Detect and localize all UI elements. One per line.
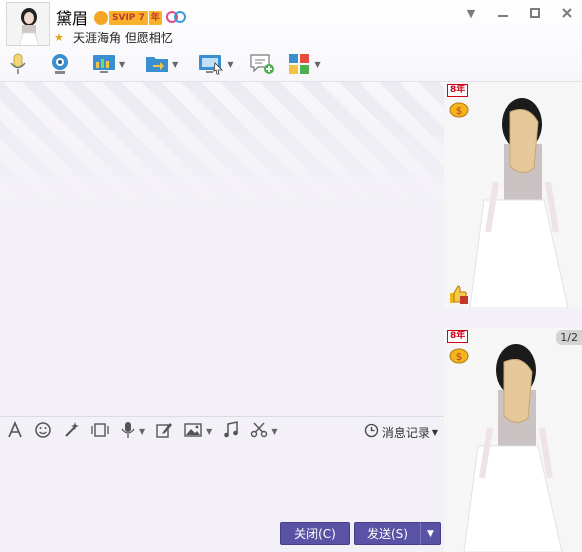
chat-header: 黛眉 SVIP 7 年 ★ 天涯海角 但愿相忆 ▼ ▼ ▼ ▼ ▼ xyxy=(0,0,582,82)
scissors-icon xyxy=(250,421,268,443)
contact-signature: 天涯海角 但愿相忆 xyxy=(73,31,173,45)
contact-show-image[interactable]: 8年 $ xyxy=(444,82,582,308)
message-history-label: 消息记录 xyxy=(381,425,430,440)
font-button[interactable] xyxy=(6,420,24,443)
edit-icon xyxy=(155,421,173,443)
magic-emoji-button[interactable] xyxy=(62,421,80,443)
svg-text:$: $ xyxy=(456,352,462,363)
svip-badge[interactable]: SVIP 7 年 xyxy=(94,10,162,25)
chevron-down-icon[interactable]: ▼ xyxy=(206,427,212,436)
chevron-down-icon: ▼ xyxy=(427,528,434,539)
voice-message-button[interactable]: ▼ xyxy=(120,421,145,443)
screenshot-button[interactable]: ▼ xyxy=(250,421,277,443)
chevron-down-icon[interactable]: ▼ xyxy=(314,60,320,69)
webcam-icon xyxy=(48,52,72,76)
microphone-icon xyxy=(8,52,28,76)
voice-call-button[interactable] xyxy=(8,50,28,78)
remote-desktop-icon xyxy=(198,53,224,75)
star-icon: ★ xyxy=(54,31,64,44)
close-window-icon[interactable] xyxy=(558,6,576,20)
apps-grid-icon xyxy=(287,52,311,76)
smiley-icon xyxy=(34,421,52,443)
message-history[interactable] xyxy=(0,82,444,416)
minimize-icon[interactable] xyxy=(494,6,512,20)
vip-year: 年 xyxy=(148,10,162,25)
contact-avatar[interactable] xyxy=(6,2,50,46)
magic-wand-icon xyxy=(62,421,80,443)
clock-icon xyxy=(364,423,379,441)
thumbs-up-icon[interactable] xyxy=(447,284,469,304)
microphone-icon xyxy=(120,421,136,443)
chat-toolbar: ▼ ▼ ▼ ▼ xyxy=(4,50,329,78)
coin-bag-icon: $ xyxy=(448,100,470,118)
svg-text:$: $ xyxy=(456,106,462,117)
vip-crown-icon xyxy=(94,10,108,25)
qq-link-icon[interactable] xyxy=(165,8,187,27)
chevron-down-icon: ▼ xyxy=(431,427,438,437)
message-history-button[interactable]: 消息记录 ▼ xyxy=(364,423,438,441)
remote-desktop-button[interactable]: ▼ xyxy=(198,50,233,78)
file-transfer-button[interactable]: ▼ xyxy=(145,50,178,78)
send-options-dropdown[interactable]: ▼ xyxy=(420,522,441,545)
year-tag: 8年 xyxy=(447,330,469,343)
year-tag: 8年 xyxy=(447,84,469,97)
contact-name[interactable]: 黛眉 xyxy=(56,5,88,29)
maximize-icon[interactable] xyxy=(526,6,544,20)
music-button[interactable] xyxy=(222,420,240,443)
apps-button[interactable]: ▼ xyxy=(287,50,321,78)
input-toolbar: ▼ ▼ ▼ 消息记录 ▼ xyxy=(0,416,444,446)
screen-share-button[interactable]: ▼ xyxy=(92,50,125,78)
contact-show-panel: 8年 $ 8年 $ 1/2 xyxy=(444,82,582,552)
image-icon xyxy=(183,421,203,443)
screen-share-icon xyxy=(92,53,116,75)
edit-button[interactable] xyxy=(155,421,173,443)
chevron-down-icon[interactable]: ▼ xyxy=(271,427,277,436)
add-chat-icon xyxy=(249,52,275,76)
coin-bag-icon: $ xyxy=(448,346,470,364)
more-options-icon[interactable]: ▼ xyxy=(462,6,480,20)
window-shake-icon xyxy=(90,421,110,443)
create-discussion-button[interactable] xyxy=(249,50,275,78)
chevron-down-icon[interactable]: ▼ xyxy=(227,60,233,69)
emoji-button[interactable] xyxy=(34,421,52,443)
contact-show-image-2[interactable]: 8年 $ 1/2 xyxy=(444,328,582,552)
video-call-button[interactable] xyxy=(48,50,72,78)
chevron-down-icon[interactable]: ▼ xyxy=(172,60,178,69)
font-icon xyxy=(6,420,24,443)
chevron-down-icon[interactable]: ▼ xyxy=(119,60,125,69)
send-button[interactable]: 发送(S) xyxy=(354,522,420,545)
music-note-icon xyxy=(222,420,240,443)
vip-level: SVIP 7 xyxy=(109,10,148,25)
close-button[interactable]: 关闭(C) xyxy=(280,522,350,545)
folder-send-icon xyxy=(145,53,169,75)
shake-button[interactable] xyxy=(90,421,110,443)
page-indicator: 1/2 xyxy=(556,330,582,345)
chevron-down-icon[interactable]: ▼ xyxy=(139,427,145,436)
send-image-button[interactable]: ▼ xyxy=(183,421,212,443)
